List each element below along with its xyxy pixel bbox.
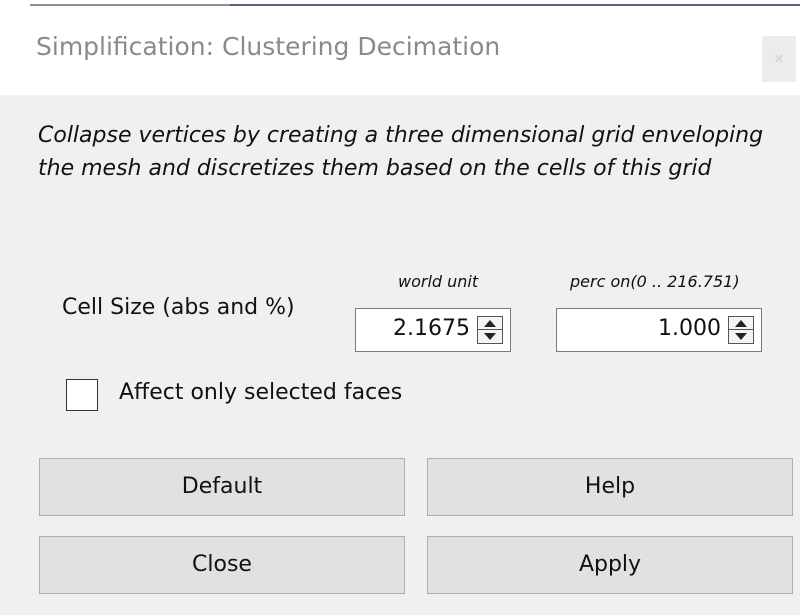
abs-spin-up-button[interactable]: [478, 317, 502, 330]
abs-spin-down-button[interactable]: [478, 330, 502, 343]
title-bar: Simplification: Clustering Decimation ×: [0, 10, 800, 95]
close-window-button[interactable]: ×: [762, 36, 796, 82]
default-button[interactable]: Default: [39, 458, 405, 516]
close-button[interactable]: Close: [39, 536, 405, 594]
abs-unit-label: world unit: [398, 272, 479, 291]
down-arrow-icon: [735, 333, 747, 340]
down-arrow-icon: [484, 333, 496, 340]
perc-spin-down-button[interactable]: [729, 330, 753, 343]
dialog-body: Collapse vertices by creating a three di…: [0, 95, 800, 615]
edge-line-left: [30, 4, 230, 6]
affect-selected-label[interactable]: Affect only selected faces: [119, 380, 402, 405]
perc-spin-arrows: [728, 316, 754, 344]
window-title: Simplification: Clustering Decimation: [36, 32, 501, 61]
apply-button[interactable]: Apply: [427, 536, 793, 594]
perc-spin-up-button[interactable]: [729, 317, 753, 330]
abs-spin-arrows: [477, 316, 503, 344]
abs-cell-size-value[interactable]: 2.1675: [393, 316, 470, 341]
affect-selected-checkbox[interactable]: [66, 379, 98, 411]
top-edge: [0, 0, 800, 10]
abs-cell-size-spinbox[interactable]: 2.1675: [355, 308, 511, 352]
up-arrow-icon: [735, 320, 747, 327]
up-arrow-icon: [484, 320, 496, 327]
perc-unit-label: perc on(0 .. 216.751): [570, 272, 740, 291]
help-button[interactable]: Help: [427, 458, 793, 516]
edge-line-right: [230, 4, 800, 6]
perc-cell-size-spinbox[interactable]: 1.000: [556, 308, 762, 352]
cell-size-label: Cell Size (abs and %): [62, 295, 295, 320]
perc-cell-size-value[interactable]: 1.000: [658, 316, 721, 341]
filter-description: Collapse vertices by creating a three di…: [38, 123, 764, 181]
